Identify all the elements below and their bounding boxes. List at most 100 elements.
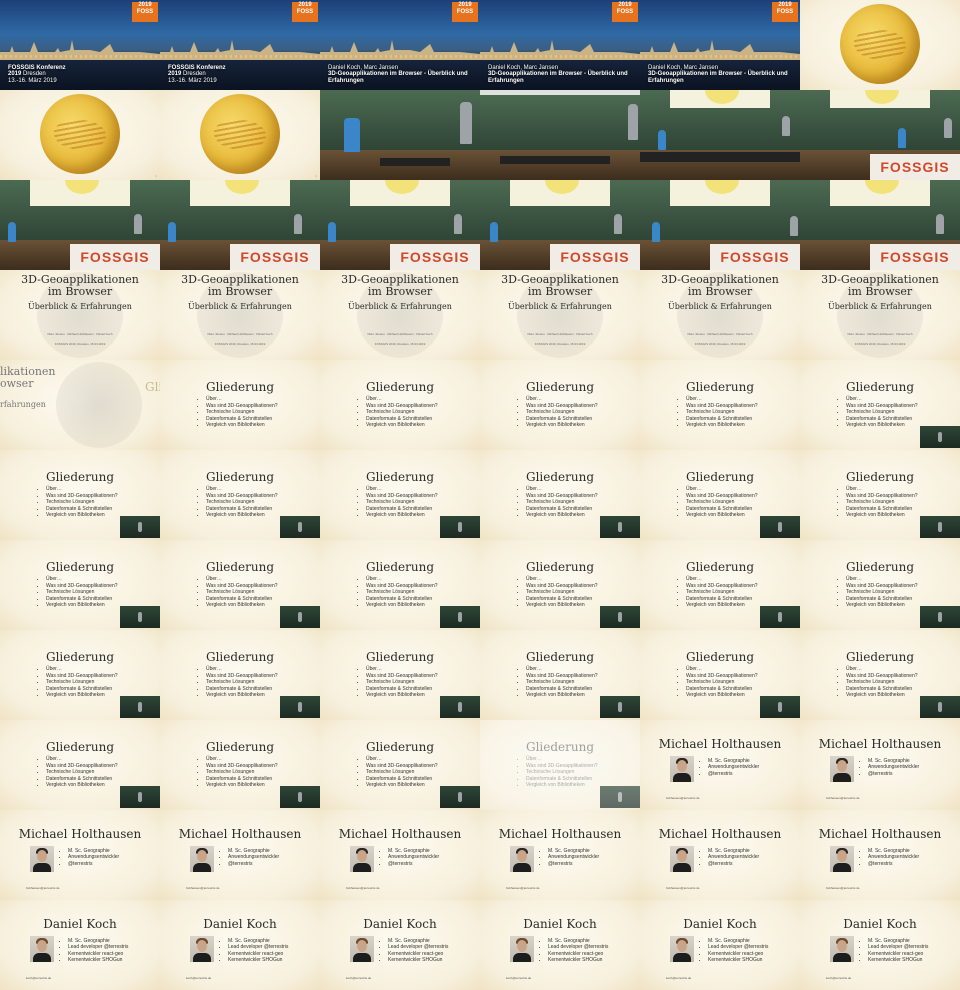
speaker-fact: Anwendungsentwickler bbox=[228, 854, 279, 860]
thumb-agenda[interactable]: Gliederung Über… Was sind 3D-Geoapplikat… bbox=[160, 360, 320, 450]
speaker-fact: Lead developer @terrestris bbox=[548, 944, 608, 950]
thumb-agenda[interactable]: Gliederung Über…Was sind 3D-Geoapplikatio… bbox=[480, 450, 640, 540]
thumb-title-slide[interactable]: 3D-Geoapplikationen im Browser Überblick … bbox=[320, 270, 480, 360]
thumb-title-photo[interactable]: 2019 FOSS FOSSGIS Konferenz 2019 Dresden 13… bbox=[0, 0, 160, 90]
thumb-agenda[interactable]: Gliederung Über…Was sind 3D-Geoapplikatio… bbox=[160, 450, 320, 540]
thumb-title-slide[interactable]: 3D-Geoapplikationen im Browser Überblick … bbox=[160, 270, 320, 360]
thumb-agenda-fading[interactable]: Gliederung Über… Was sind 3D-Geoapplikat… bbox=[480, 720, 640, 810]
thumb-speaker-holthausen[interactable]: Michael Holthausen M. Sc. Geographie Anw… bbox=[480, 810, 640, 900]
thumb-agenda[interactable]: Gliederung Über… Was sind 3D-Geoapplikat… bbox=[800, 360, 960, 450]
agenda-item: Über… bbox=[46, 756, 118, 763]
thumb-title-slide[interactable]: 3D-Geoapplikationen im Browser Überblick … bbox=[800, 270, 960, 360]
video-inset bbox=[280, 696, 320, 718]
thumb-hall-photo[interactable] bbox=[640, 90, 800, 180]
thumb-agenda[interactable]: Gliederung Über…Was sind 3D-Geoapplikatio… bbox=[0, 450, 160, 540]
thumb-speaker-holthausen[interactable]: Michael Holthausen M. Sc. Geographie Anw… bbox=[320, 810, 480, 900]
thumb-speaker-koch[interactable]: Daniel Koch M. Sc. Geographie Lead devel… bbox=[160, 900, 320, 990]
thumb-agenda[interactable]: Gliederung Über… Was sind 3D-Geoapplikat… bbox=[320, 720, 480, 810]
agenda-item: Datenformate & Schnittstellen bbox=[206, 776, 278, 783]
thumb-agenda[interactable]: Gliederung Über… Was sind 3D-Geoapplikat… bbox=[0, 720, 160, 810]
thumb-title-slide[interactable]: 3D-Geoapplikationen im Browser Überblick … bbox=[480, 270, 640, 360]
thumb-speaker-holthausen[interactable]: Michael Holthausen M. Sc. Geographie Anw… bbox=[0, 810, 160, 900]
thumb-speaker-koch[interactable]: Daniel Koch M. Sc. Geographie Lead devel… bbox=[320, 900, 480, 990]
speaker-fact: Anwendungsentwickler bbox=[868, 854, 919, 860]
thumb-speaker-holthausen[interactable]: Michael Holthausen M. Sc. Geographie Anw… bbox=[640, 810, 800, 900]
slide-subtitle: Überblick & Erfahrungen bbox=[668, 302, 772, 311]
fossgis-logo: 2019 FOSS bbox=[612, 2, 638, 22]
thumb-globe[interactable] bbox=[800, 0, 960, 90]
thumb-agenda[interactable]: Gliederung Über… Was sind 3D-Geoapplikat… bbox=[160, 720, 320, 810]
thumb-hall-photo[interactable]: FOSSGIS bbox=[640, 180, 800, 270]
video-inset bbox=[440, 786, 480, 808]
thumb-speaker-koch[interactable]: Daniel Koch M. Sc. Geographie Lead devel… bbox=[0, 900, 160, 990]
speaker-fact: Lead developer @terrestris bbox=[708, 944, 768, 950]
thumb-agenda[interactable]: Gliederung Über…Was sind 3D-Geoapplikatio… bbox=[0, 540, 160, 630]
thumb-speaker-holthausen[interactable]: Michael Holthausen M. Sc. Geographie Anw… bbox=[800, 720, 960, 810]
agenda-item: Vergleich von Bibliotheken bbox=[206, 602, 278, 609]
speaker-contact: holthausen@terrestris.de bbox=[666, 796, 700, 800]
fossgis-banner: FOSSGIS bbox=[230, 244, 320, 270]
agenda-item: Über… bbox=[846, 486, 918, 493]
thumb-agenda[interactable]: Gliederung Über…Was sind 3D-Geoapplikatio… bbox=[320, 630, 480, 720]
thumb-agenda[interactable]: Gliederung Über…Was sind 3D-Geoapplikatio… bbox=[640, 540, 800, 630]
thumb-speaker-holthausen[interactable]: Michael Holthausen M. Sc. Geographie Anw… bbox=[160, 810, 320, 900]
agenda-item: Technische Lösungen bbox=[366, 589, 438, 596]
thumb-speaker-koch[interactable]: Daniel Koch M. Sc. Geographie Lead devel… bbox=[480, 900, 640, 990]
thumb-hall-photo[interactable]: FOSSGIS bbox=[800, 180, 960, 270]
thumb-transition-slide[interactable]: likationenowser rfahrungen Gli bbox=[0, 360, 160, 450]
thumb-agenda[interactable]: Gliederung Über…Was sind 3D-Geoapplikatio… bbox=[800, 450, 960, 540]
thumb-agenda[interactable]: Gliederung Über…Was sind 3D-Geoapplikatio… bbox=[800, 630, 960, 720]
thumb-agenda[interactable]: Gliederung Über…Was sind 3D-Geoapplikatio… bbox=[480, 630, 640, 720]
agenda-list: Über… Was sind 3D-Geoapplikationen? Tech… bbox=[520, 396, 598, 429]
thumb-agenda[interactable]: Gliederung Über… Was sind 3D-Geoapplikat… bbox=[320, 360, 480, 450]
thumb-agenda[interactable]: Gliederung Über… Was sind 3D-Geoapplikat… bbox=[640, 360, 800, 450]
speaker-name: Daniel Koch bbox=[363, 917, 437, 931]
thumb-title-photo[interactable]: 2019 FOSS Daniel Koch, Marc Jansen 3D-Geoa… bbox=[480, 0, 640, 90]
thumb-hall-photo[interactable] bbox=[320, 90, 480, 180]
thumb-hall-photo[interactable]: FOSSGIS bbox=[480, 180, 640, 270]
thumb-globe[interactable]: 3 bbox=[160, 90, 320, 180]
thumb-agenda[interactable]: Gliederung Über… Was sind 3D-Geoapplikat… bbox=[480, 360, 640, 450]
video-inset bbox=[760, 606, 800, 628]
agenda-list: Über…Was sind 3D-Geoapplikationen?Techni… bbox=[680, 576, 758, 609]
agenda-title: Gliederung bbox=[685, 650, 755, 664]
thumb-speaker-koch[interactable]: Daniel Koch M. Sc. Geographie Lead devel… bbox=[800, 900, 960, 990]
thumb-agenda[interactable]: Gliederung Über…Was sind 3D-Geoapplikatio… bbox=[640, 630, 800, 720]
agenda-title: Gliederung bbox=[845, 470, 915, 484]
thumb-hall-photo[interactable] bbox=[480, 90, 640, 180]
thumb-hall-photo[interactable]: FOSSGIS bbox=[0, 180, 160, 270]
thumb-hall-photo[interactable]: FOSSGIS bbox=[320, 180, 480, 270]
thumb-agenda[interactable]: Gliederung Über…Was sind 3D-Geoapplikatio… bbox=[800, 540, 960, 630]
thumb-title-slide[interactable]: 3D-Geoapplikationen im Browser Überblick … bbox=[640, 270, 800, 360]
speaker-facts: M. Sc. Geographie Anwendungsentwickler @… bbox=[702, 848, 759, 867]
video-inset bbox=[440, 696, 480, 718]
thumb-title-slide[interactable]: 3D-Geoapplikationen im Browser Überblick … bbox=[0, 270, 160, 360]
thumb-speaker-holthausen[interactable]: Michael Holthausen M. Sc. Geographie Anw… bbox=[800, 810, 960, 900]
agenda-item: Datenformate & Schnittstellen bbox=[366, 776, 438, 783]
thumb-globe[interactable]: 3 bbox=[0, 90, 160, 180]
thumb-agenda[interactable]: Gliederung Über…Was sind 3D-Geoapplikatio… bbox=[320, 540, 480, 630]
thumb-agenda[interactable]: Gliederung Über…Was sind 3D-Geoapplikatio… bbox=[320, 450, 480, 540]
speaker-contact: holthausen@terrestris.de bbox=[826, 796, 860, 800]
thumb-title-photo[interactable]: 2019 FOSS Daniel Koch, Marc Jansen 3D-Geoa… bbox=[640, 0, 800, 90]
agenda-item: Technische Lösungen bbox=[366, 769, 438, 776]
thumb-hall-photo[interactable]: FOSSGIS bbox=[800, 90, 960, 180]
desk bbox=[500, 156, 610, 164]
slide-subtitle: Überblick & Erfahrungen bbox=[28, 302, 132, 311]
city-lights bbox=[160, 55, 320, 58]
speaker-photo bbox=[190, 936, 214, 962]
thumb-speaker-holthausen[interactable]: Michael Holthausen M. Sc. Geographie Anw… bbox=[640, 720, 800, 810]
authors-line: Marc Jansen · Michael Holthausen · Danie… bbox=[527, 332, 593, 336]
speaker-contact: holthausen@terrestris.de bbox=[826, 886, 860, 890]
thumb-agenda[interactable]: Gliederung Über…Was sind 3D-Geoapplikatio… bbox=[480, 540, 640, 630]
agenda-list: Über…Was sind 3D-Geoapplikationen?Techni… bbox=[200, 666, 278, 699]
thumb-hall-photo[interactable]: FOSSGIS bbox=[160, 180, 320, 270]
thumb-title-photo[interactable]: 2019 FOSS Daniel Koch, Marc Jansen 3D-Geoa… bbox=[320, 0, 480, 90]
thumb-title-photo[interactable]: 2019 FOSS FOSSGIS Konferenz 2019 Dresden 13… bbox=[160, 0, 320, 90]
speaker-figure bbox=[782, 116, 790, 136]
thumb-agenda[interactable]: Gliederung Über…Was sind 3D-Geoapplikatio… bbox=[640, 450, 800, 540]
thumb-agenda[interactable]: Gliederung Über…Was sind 3D-Geoapplikatio… bbox=[160, 540, 320, 630]
thumb-agenda[interactable]: Gliederung Über…Was sind 3D-Geoapplikatio… bbox=[0, 630, 160, 720]
thumb-agenda[interactable]: Gliederung Über…Was sind 3D-Geoapplikatio… bbox=[160, 630, 320, 720]
thumb-speaker-koch[interactable]: Daniel Koch M. Sc. Geographie Lead devel… bbox=[640, 900, 800, 990]
